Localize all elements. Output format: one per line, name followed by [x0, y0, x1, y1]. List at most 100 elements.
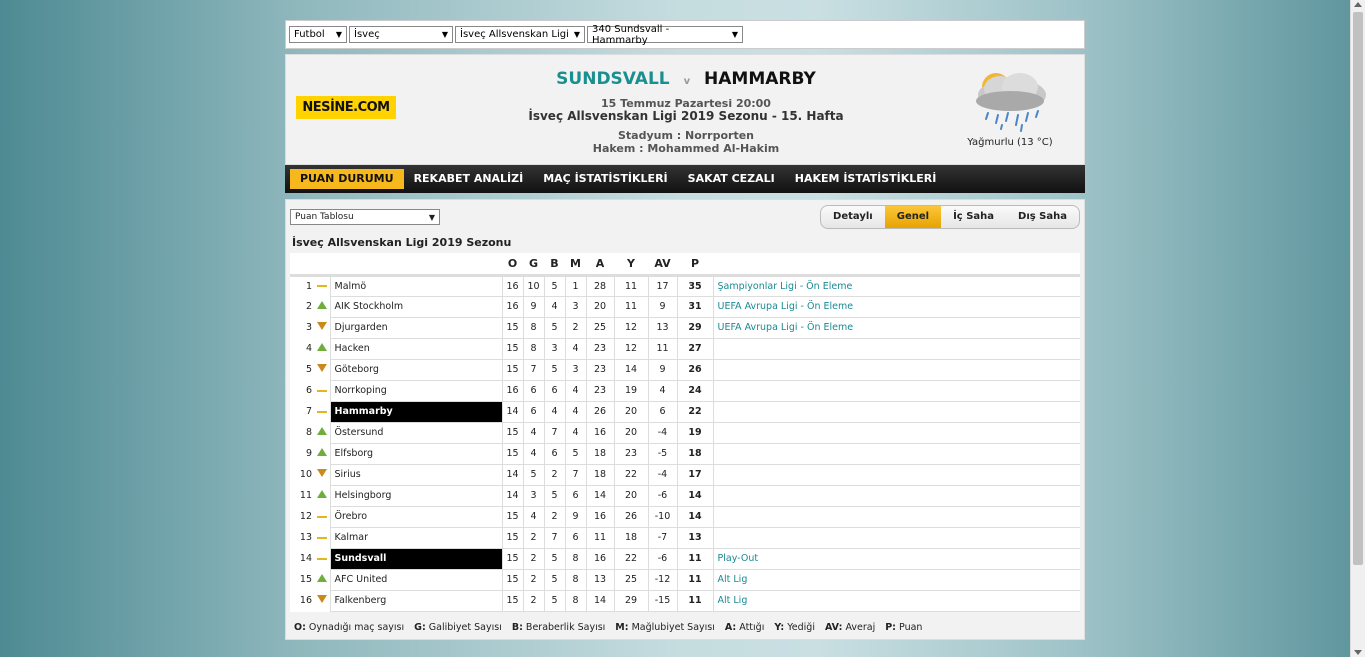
row-p: 13 [676, 526, 714, 549]
chevron-down-icon: ▼ [428, 212, 435, 222]
row-o: 14 [501, 484, 524, 507]
row-team[interactable]: Östersund [329, 421, 503, 444]
trend-same-icon [316, 536, 327, 539]
tab-rekabet-analizi[interactable]: REKABET ANALİZİ [404, 169, 534, 189]
tab-sakat-cezali[interactable]: SAKAT CEZALI [678, 169, 785, 189]
row-a: 23 [585, 337, 615, 360]
nesine-logo[interactable]: NESİNE.COM [296, 96, 396, 119]
row-team[interactable]: Djurgarden [329, 316, 503, 339]
table-row[interactable]: 11 Helsingborg 14 3 5 6 14 20 -6 14 [290, 484, 1080, 507]
away-team[interactable]: HAMMARBY [704, 69, 816, 89]
table-row[interactable]: 15 AFC United 15 2 5 8 13 25 -12 11 Alt Lig [290, 568, 1080, 591]
table-row[interactable]: 5 Göteborg 15 7 5 3 23 14 9 26 [290, 358, 1080, 381]
table-row[interactable]: 13 Kalmar 15 2 7 6 11 18 -7 13 [290, 526, 1080, 549]
match-select[interactable]: 340 Sundsvall - Hammarby ▼ [587, 24, 743, 46]
table-row[interactable]: 7 Hammarby 14 6 4 4 26 20 6 22 [290, 400, 1080, 423]
row-b: 6 [543, 442, 566, 465]
row-team[interactable]: Hacken [329, 337, 503, 360]
league-select[interactable]: İsveç Allsvenskan Ligi ▼ [455, 26, 585, 43]
row-g: 6 [522, 400, 545, 423]
row-team[interactable]: Elfsborg [329, 442, 503, 465]
row-p: 18 [676, 442, 714, 465]
row-note[interactable]: Şampiyonlar Ligi - Ön Eleme [712, 274, 1080, 297]
row-m: 4 [564, 337, 587, 360]
row-b: 6 [543, 379, 566, 402]
row-m: 4 [564, 400, 587, 423]
row-team[interactable]: Hammarby [329, 400, 503, 423]
table-row[interactable]: 6 Norrkoping 16 6 6 4 23 19 4 24 [290, 379, 1080, 402]
segment-genel[interactable]: Genel [884, 206, 942, 228]
row-m: 3 [564, 295, 587, 318]
row-team[interactable]: AFC United [329, 568, 503, 591]
row-av: -4 [647, 463, 678, 486]
page-scrollbar[interactable] [1350, 0, 1365, 657]
table-row[interactable]: 12 Örebro 15 4 2 9 16 26 -10 14 [290, 505, 1080, 528]
row-o: 15 [501, 547, 524, 570]
row-g: 8 [522, 337, 545, 360]
table-row[interactable]: 4 Hacken 15 8 3 4 23 12 11 27 [290, 337, 1080, 360]
row-note[interactable]: Play-Out [712, 547, 1080, 570]
trend-up-icon [316, 301, 327, 309]
row-team[interactable]: Sundsvall [329, 547, 503, 570]
scrollbar-thumb[interactable] [1353, 12, 1363, 565]
table-row[interactable]: 3 Djurgarden 15 8 5 2 25 12 13 29 UEFA Avrupa Ligi… [290, 316, 1080, 339]
scroll-down-icon[interactable] [1354, 650, 1362, 655]
table-row[interactable]: 1 Malmö 16 10 5 1 28 11 17 35 Şampiyonlar Ligi - Ö… [290, 274, 1080, 297]
row-team[interactable]: Örebro [329, 505, 503, 528]
row-note[interactable]: UEFA Avrupa Ligi - Ön Eleme [712, 316, 1080, 339]
tab-hakem-istatistikleri[interactable]: HAKEM İSTATİSTİKLERİ [785, 169, 947, 189]
row-g: 8 [522, 316, 545, 339]
row-o: 15 [501, 526, 524, 549]
row-a: 26 [585, 400, 615, 423]
row-team[interactable]: Norrkoping [329, 379, 503, 402]
table-row[interactable]: 8 Östersund 15 4 7 4 16 20 -4 19 [290, 421, 1080, 444]
country-select[interactable]: İsveç ▼ [349, 26, 453, 43]
table-type-select[interactable]: Puan Tablosu ▼ [290, 209, 440, 225]
row-y: 20 [613, 421, 649, 444]
row-b: 5 [543, 589, 566, 612]
row-y: 25 [613, 568, 649, 591]
tab-puan-durumu[interactable]: PUAN DURUMU [290, 169, 404, 189]
row-note[interactable]: Alt Lig [712, 589, 1080, 612]
row-note[interactable]: Alt Lig [712, 568, 1080, 591]
row-team[interactable]: Falkenberg [329, 589, 503, 612]
row-a: 14 [585, 589, 615, 612]
row-note [712, 442, 1080, 465]
segment-dis-saha[interactable]: Dış Saha [1006, 206, 1079, 228]
table-row[interactable]: 2 AIK Stockholm 16 9 4 3 20 11 9 31 UEFA Avrupa Li… [290, 295, 1080, 318]
legend-item: A: Attığı [724, 621, 765, 633]
segment-detayli[interactable]: Detaylı [821, 206, 885, 228]
col-g: G [523, 253, 544, 277]
row-b: 7 [543, 421, 566, 444]
row-team[interactable]: Göteborg [329, 358, 503, 381]
row-o: 15 [501, 568, 524, 591]
row-team[interactable]: Kalmar [329, 526, 503, 549]
row-y: 23 [613, 442, 649, 465]
row-team[interactable]: Malmö [329, 274, 503, 297]
sport-select[interactable]: Futbol ▼ [289, 26, 347, 43]
row-rank: 12 [299, 511, 312, 522]
segment-ic-saha[interactable]: İç Saha [941, 206, 1006, 228]
row-note[interactable]: UEFA Avrupa Ligi - Ön Eleme [712, 295, 1080, 318]
table-row[interactable]: 14 Sundsvall 15 2 5 8 16 22 -6 11 Play-Out [290, 547, 1080, 570]
row-o: 15 [501, 358, 524, 381]
row-g: 2 [522, 526, 545, 549]
scroll-up-icon[interactable] [1354, 2, 1362, 7]
table-header: O G B M A Y AV P [290, 253, 1080, 277]
table-row[interactable]: 16 Falkenberg 15 2 5 8 14 29 -15 11 Alt Lig [290, 589, 1080, 612]
column-legend: O: Oynadığı maç sayısı G: Galibiyet Sayıs… [290, 622, 1080, 633]
trend-down-icon [316, 595, 327, 603]
trend-up-icon [316, 490, 327, 498]
table-row[interactable]: 9 Elfsborg 15 4 6 5 18 23 -5 18 [290, 442, 1080, 465]
table-row[interactable]: 10 Sirius 14 5 2 7 18 22 -4 17 [290, 463, 1080, 486]
row-g: 4 [522, 421, 545, 444]
row-team[interactable]: Helsingborg [329, 484, 503, 507]
row-p: 11 [676, 547, 714, 570]
home-team[interactable]: SUNDSVALL [556, 69, 669, 89]
row-o: 16 [501, 379, 524, 402]
row-team[interactable]: Sirius [329, 463, 503, 486]
row-p: 26 [676, 358, 714, 381]
row-av: -10 [647, 505, 678, 528]
tab-mac-istatistikleri[interactable]: MAÇ İSTATİSTİKLERİ [533, 169, 677, 189]
row-team[interactable]: AIK Stockholm [329, 295, 503, 318]
